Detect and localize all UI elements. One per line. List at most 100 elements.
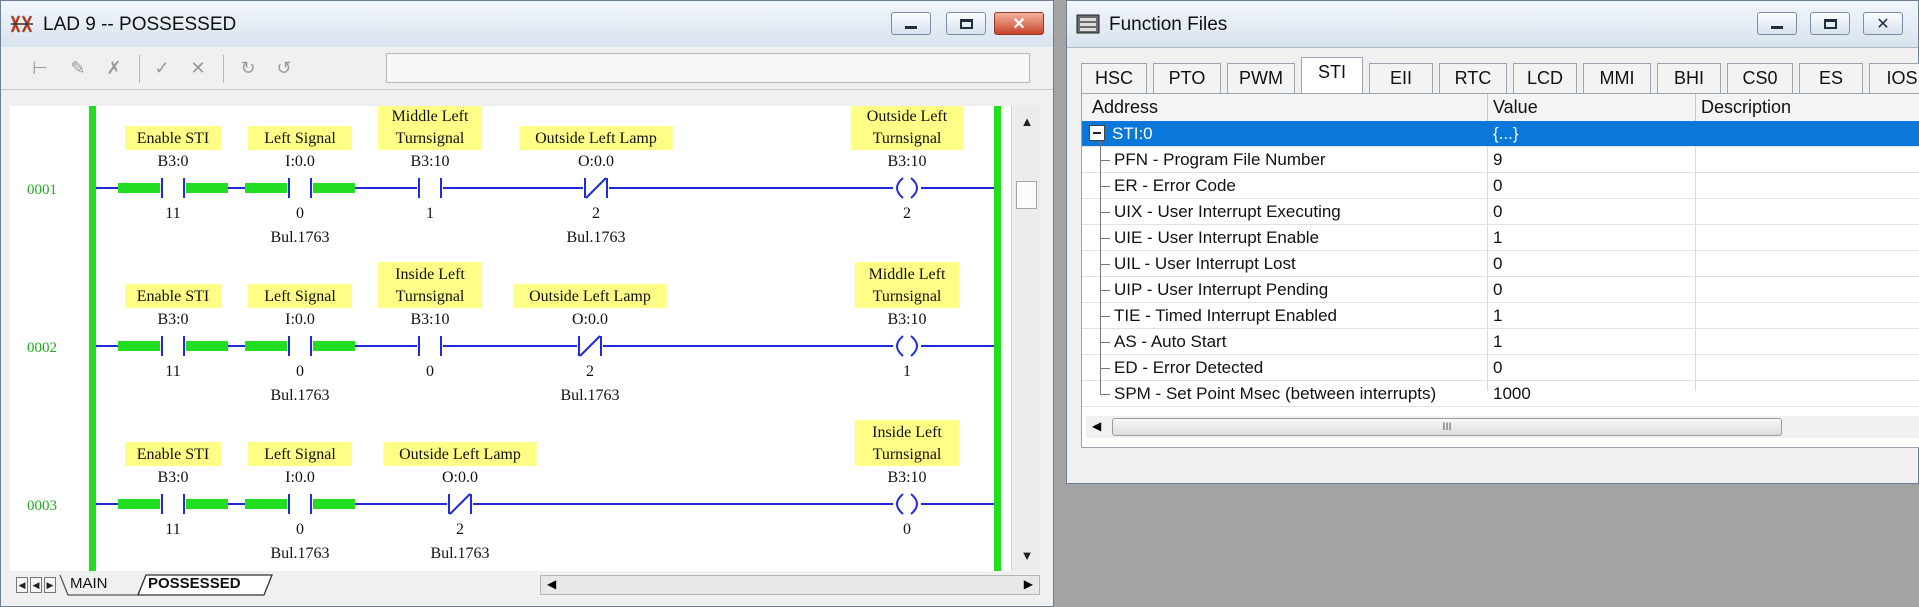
lad-close-button[interactable]: ✕ [994,12,1044,35]
root-address: STI:0 [1112,124,1153,143]
coil-label: Turnsignal [873,130,942,147]
function-files-icon [1076,14,1100,34]
row-value[interactable]: 1 [1493,228,1502,248]
contact-address: B3:0 [157,469,188,486]
contact-gap [160,336,186,356]
row-value[interactable]: 0 [1493,176,1502,196]
grid-row[interactable]: AS - Auto Start 1 [1082,329,1919,355]
tab-es[interactable]: ES [1799,63,1863,93]
row-value[interactable]: 1 [1493,332,1502,352]
minimize-icon [1771,26,1783,29]
sheet-tab-possessed[interactable]: POSSESSED [148,575,241,592]
scroll-thumb[interactable] [1016,181,1037,209]
row-value[interactable]: 0 [1493,202,1502,222]
contact-bit: 11 [165,363,180,380]
contact-address: O:0.0 [572,311,608,328]
function-files-window: Function Files ✕ HSC PTO PWM STI EII RTC LCD MM… [1066,0,1919,484]
toolbar-separator [139,55,140,83]
tab-pto[interactable]: PTO [1153,63,1221,93]
contact-label: Enable STI [137,288,209,305]
rung-number: 0003 [27,498,57,514]
grid-row[interactable]: UIE - User Interrupt Enable 1 [1082,225,1919,251]
grid-row[interactable]: PFN - Program File Number 9 [1082,147,1919,173]
lad-maximize-button[interactable] [946,12,986,35]
ff-titlebar[interactable]: Function Files ✕ [1067,1,1918,48]
contact-device: Bul.1763 [430,545,489,562]
row-address: ED - Error Detected [1114,358,1264,377]
delete-icon[interactable]: ✕ [187,57,209,79]
sheet-tab-main[interactable]: MAIN [70,575,108,592]
tab-rtc[interactable]: RTC [1439,63,1507,93]
untest-edits-icon[interactable]: ↺ [273,57,295,79]
tab-pwm[interactable]: PWM [1227,63,1295,93]
column-value[interactable]: Value [1493,97,1538,118]
grid-row[interactable]: UIL - User Interrupt Lost 0 [1082,251,1919,277]
collapse-icon[interactable] [1089,125,1105,141]
ladder-vertical-scrollbar[interactable]: ▲ ▼ [1011,106,1041,571]
insert-rung-icon[interactable]: ⊢ [29,57,51,79]
grid-row[interactable]: ER - Error Code 0 [1082,173,1919,199]
grid-row[interactable]: TIE - Timed Interrupt Enabled 1 [1082,303,1919,329]
grid-row[interactable]: SPM - Set Point Msec (between interrupts… [1082,381,1919,407]
scroll-up-icon[interactable]: ▲ [1017,112,1037,132]
ladder-horizontal-scrollbar[interactable]: ◀ ▶ [540,575,1040,595]
scroll-left-icon[interactable]: ◀ [547,577,556,591]
grid-row[interactable]: UIP - User Interrupt Pending 0 [1082,277,1919,303]
row-value[interactable]: 9 [1493,150,1502,170]
tab-ios[interactable]: IOS [1869,63,1919,93]
sheet-tab-bar: ◀ ◀ ▶ MAIN POSSESSED ◀ ▶ [10,571,1041,599]
lad-minimize-button[interactable] [891,12,931,35]
row-value[interactable]: 0 [1493,358,1502,378]
grid-horizontal-scrollbar[interactable]: ◀ III ▶ [1086,416,1919,438]
contact-label: Left Signal [264,288,336,305]
scroll-left-icon[interactable]: ◀ [1092,419,1101,433]
scroll-down-icon[interactable]: ▼ [1017,546,1037,566]
grid-row[interactable]: ED - Error Detected 0 [1082,355,1919,381]
row-value[interactable]: 1000 [1493,384,1531,404]
row-value[interactable]: 0 [1493,280,1502,300]
row-address: UIP - User Interrupt Pending [1114,280,1329,299]
coil-label: Middle Left [869,266,946,283]
ff-maximize-button[interactable] [1810,12,1850,35]
contact-gap [287,178,313,198]
test-edits-icon[interactable]: ↻ [237,57,259,79]
rung-comment-field[interactable] [386,53,1030,83]
row-address: UIX - User Interrupt Executing [1114,202,1341,221]
contact-bit: 11 [165,205,180,222]
tab-cs0[interactable]: CS0 [1727,63,1793,93]
grid-row-root[interactable]: STI:0 {...} [1082,121,1919,147]
row-value[interactable]: 0 [1493,254,1502,274]
maximize-icon [959,18,973,29]
tree-connector [1100,141,1101,394]
ff-minimize-button[interactable] [1757,12,1797,35]
column-description[interactable]: Description [1701,97,1791,118]
contact-label: Turnsignal [396,130,465,147]
accept-edits-icon[interactable]: ✓ [151,57,173,79]
contact-address: B3:10 [410,311,449,328]
tab-mmi[interactable]: MMI [1583,63,1651,93]
column-address[interactable]: Address [1092,97,1158,118]
tab-hsc[interactable]: HSC [1081,63,1147,93]
tab-lcd[interactable]: LCD [1513,63,1577,93]
coil-bit: 0 [903,521,911,538]
rung-number: 0002 [27,340,57,356]
ladder-view[interactable]: 0001 Enable STI B3:0 11 Left Signal I:0.0 0 Bul… [10,106,1011,571]
grid-row[interactable]: UIX - User Interrupt Executing 0 [1082,199,1919,225]
scroll-right-icon[interactable]: ▶ [1024,577,1033,591]
row-value[interactable]: 1 [1493,306,1502,326]
lad-titlebar[interactable]: LAD 9 -- POSSESSED ✕ [1,1,1053,48]
rung-number: 0001 [27,182,57,198]
tab-sti[interactable]: STI [1301,57,1363,93]
contact-gap [287,336,313,356]
cancel-edit-icon[interactable]: ✗ [103,57,125,79]
contact-device: Bul.1763 [560,387,619,404]
tab-eii[interactable]: EII [1369,63,1433,93]
lad-window-title: LAD 9 -- POSSESSED [43,14,237,35]
edit-rung-icon[interactable]: ✎ [67,57,89,79]
contact-bit: 11 [165,521,180,538]
ff-close-button[interactable]: ✕ [1863,12,1903,35]
ladder-app-icon [10,15,33,33]
tab-bhi[interactable]: BHI [1657,63,1721,93]
coil-label: Inside Left [872,424,942,441]
scroll-thumb[interactable]: III [1112,418,1782,436]
